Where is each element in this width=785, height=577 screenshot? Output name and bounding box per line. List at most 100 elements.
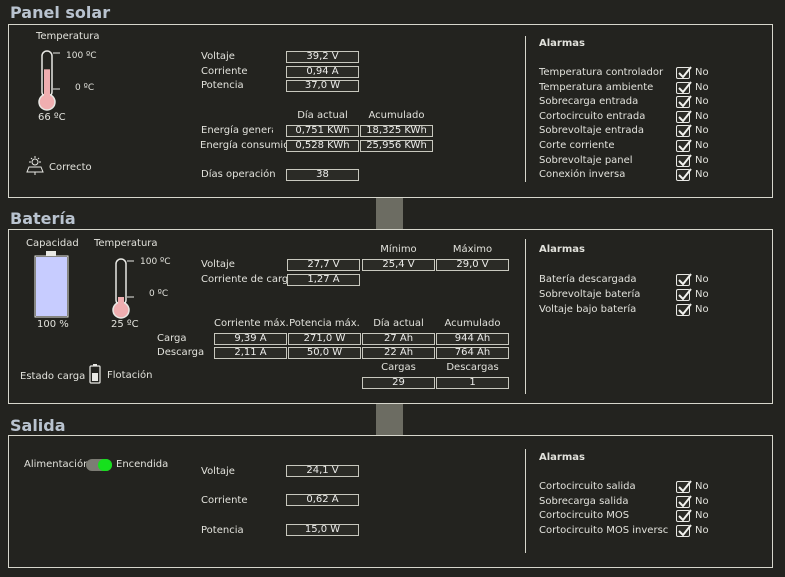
- alarm-value: No: [695, 67, 709, 78]
- checkmark-icon: [678, 524, 692, 537]
- solar-temp-max: 100 ºC: [66, 51, 97, 61]
- battery-descarga-pmax: 50,0 W: [288, 347, 361, 359]
- alarm-checkbox[interactable]: [676, 66, 692, 79]
- checkmark-icon: [678, 509, 692, 522]
- checkmark-icon: [678, 124, 692, 137]
- alarm-checkbox[interactable]: [676, 288, 692, 301]
- connector-bar: [376, 198, 403, 229]
- checkmark-icon: [678, 139, 692, 152]
- alarm-label: Sobrecarga entrada: [539, 96, 639, 108]
- solar-cons-label: Energía consumida: [200, 140, 296, 151]
- alarm-label: Sobrevoltaje entrada: [539, 125, 644, 137]
- checkmark-icon: [678, 494, 692, 508]
- alarm-checkbox[interactable]: [676, 273, 692, 286]
- solar-current-value: 0,94 A: [286, 66, 359, 78]
- battery-col-cargas: Cargas: [381, 362, 416, 373]
- battery-charge-current-value: 1,27 A: [287, 274, 360, 286]
- solar-cons-acc: 25,956 KWh: [360, 140, 433, 152]
- battery-col-pmax: Potencia máx.: [289, 318, 360, 329]
- battery-charge-current-label: Corriente de carga: [201, 274, 295, 285]
- battery-temp-max: 100 ºC: [140, 257, 171, 267]
- alarm-label: Batería descargada: [539, 274, 637, 285]
- alarm-value: No: [695, 495, 709, 507]
- solar-section-title: Panel solar: [10, 3, 111, 22]
- checkmark-icon: [678, 153, 692, 167]
- connector-bar: [376, 404, 403, 435]
- alarm-checkbox[interactable]: [676, 168, 692, 182]
- battery-carga-label: Carga: [157, 333, 187, 344]
- output-panel: Alimentación Encendida Voltaje 24,1 V Co…: [8, 435, 773, 568]
- solar-alarms-title: Alarmas: [539, 38, 585, 49]
- checkmark-icon: [678, 273, 692, 286]
- battery-descarga-day: 22 Ah: [362, 347, 435, 359]
- checkmark-icon: [678, 80, 692, 94]
- checkmark-icon: [678, 66, 692, 79]
- alarm-checkbox[interactable]: [676, 480, 692, 493]
- alarm-checkbox[interactable]: [676, 509, 692, 523]
- solar-thermometer-icon: [38, 50, 60, 111]
- alarm-checkbox[interactable]: [676, 153, 692, 167]
- solar-temp-value: 66 ºC: [38, 112, 66, 123]
- alarm-label: Sobrevoltaje panel: [539, 154, 633, 166]
- alarm-value: No: [695, 81, 709, 93]
- alarm-label: Conexión inversa: [539, 169, 626, 181]
- battery-temp-label: Temperatura: [94, 238, 158, 249]
- alarm-value: No: [695, 169, 709, 181]
- alarm-checkbox[interactable]: [676, 303, 692, 316]
- battery-col-min: Mínimo: [380, 244, 417, 255]
- battery-section-title: Batería: [10, 209, 76, 228]
- battery-small-icon: [89, 364, 101, 384]
- battery-state-label: Estado carga: [20, 371, 86, 382]
- battery-col-imax: Corriente máx.: [214, 318, 289, 329]
- solar-voltage-value: 39,2 V: [286, 51, 359, 63]
- solar-col-day: Día actual: [297, 110, 348, 121]
- solar-col-acc: Acumulado: [368, 110, 425, 121]
- battery-col-day: Día actual: [373, 318, 424, 329]
- solar-status: Correcto: [49, 162, 92, 173]
- alarm-checkbox[interactable]: [676, 110, 692, 123]
- battery-capacity-value: 100 %: [37, 319, 69, 330]
- alarm-checkbox[interactable]: [676, 139, 692, 152]
- battery-carga-imax: 9,39 A: [214, 333, 287, 345]
- battery-alarms-title: Alarmas: [539, 244, 585, 255]
- output-power-value: 15,0 W: [286, 524, 359, 536]
- battery-temp-value: 25 ºC: [111, 319, 139, 330]
- alarm-value: No: [695, 154, 709, 166]
- alarm-label: Cortocircuito salida: [539, 481, 636, 492]
- battery-capacity-label: Capacidad: [26, 238, 79, 249]
- checkmark-icon: [678, 303, 692, 316]
- alarm-value: No: [695, 140, 709, 151]
- alarm-checkbox[interactable]: [676, 95, 692, 109]
- alarms-divider: [525, 36, 526, 182]
- power-switch-label: Alimentación: [24, 459, 90, 470]
- alarm-label: Sobrevoltaje batería: [539, 289, 641, 300]
- output-voltage-value: 24,1 V: [286, 465, 359, 477]
- alarm-label: Cortocircuito MOS inversc: [539, 524, 669, 536]
- battery-carga-acc: 944 Ah: [436, 333, 509, 345]
- solar-power-value: 37,0 W: [286, 80, 359, 92]
- sun-panel-icon: [26, 156, 44, 175]
- battery-col-acc: Acumulado: [444, 318, 501, 329]
- alarm-value: No: [695, 524, 709, 536]
- solar-gen-label: Energía generai: [201, 125, 273, 136]
- battery-voltage-value: 27,7 V: [287, 259, 360, 271]
- power-toggle[interactable]: [86, 459, 112, 471]
- alarm-value: No: [695, 289, 709, 300]
- alarm-checkbox[interactable]: [676, 80, 692, 94]
- battery-col-descargas: Descargas: [446, 362, 499, 373]
- output-current-value: 0,62 A: [286, 494, 359, 506]
- battery-thermometer-icon: [112, 258, 134, 319]
- battery-temp-min: 0 ºC: [149, 289, 169, 299]
- solar-days-label: Días operación: [201, 169, 276, 180]
- battery-descarga-label: Descarga: [157, 347, 205, 358]
- solar-temp-min: 0 ºC: [75, 83, 95, 93]
- solar-cons-day: 0,528 KWh: [286, 140, 359, 152]
- alarm-checkbox[interactable]: [676, 524, 692, 537]
- solar-days-value: 38: [286, 169, 359, 181]
- output-section-title: Salida: [10, 416, 66, 435]
- battery-descarga-acc: 764 Ah: [436, 347, 509, 359]
- battery-col-max: Máximo: [452, 244, 493, 255]
- alarm-checkbox[interactable]: [676, 124, 692, 138]
- alarm-checkbox[interactable]: [676, 494, 692, 508]
- battery-voltage-max: 29,0 V: [436, 259, 509, 271]
